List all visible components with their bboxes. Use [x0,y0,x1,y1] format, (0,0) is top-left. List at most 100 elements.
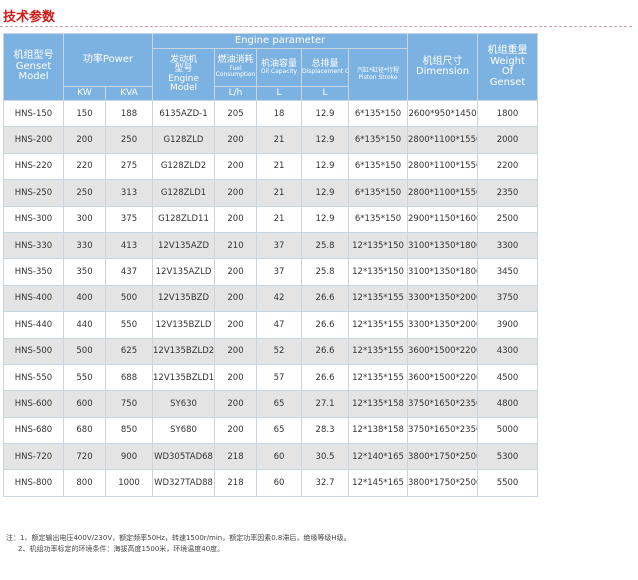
table-cell: SY680 [152,416,216,445]
table-cell: 30.5 [301,443,350,471]
note-line-1: 注：1、额定输出电压400V/230V，额定频率50Hz，转速1500r/min… [6,534,351,542]
table-cell: WD327TAD88 [152,469,216,497]
table-cell: 3300 [477,231,539,260]
table-cell: 18 [256,99,303,128]
table-cell: 26.6 [301,337,350,365]
table-row: HNS-220 220 275 G128ZLD2 200 21 12.9 6*135*150 2… [3,152,539,181]
table-cell: 25.8 [301,258,350,286]
table-cell: 6*135*150 [348,152,409,181]
table-cell: 12.9 [301,179,350,207]
table-row: HNS-600 600 750 SY630 200 65 27.1 12*135*158 375… [3,390,539,418]
table-cell: 200 [214,205,258,233]
table-cell: 500 [104,284,154,313]
table-cell: 200 [214,126,258,154]
table-row: HNS-680 680 850 SY680 200 65 28.3 12*138*158 375… [3,416,539,445]
table-cell: 550 [104,311,154,339]
header-engine-parameter: Engine parameter [152,33,409,49]
table-cell: G128ZLD1 [152,179,216,207]
table-row: HNS-400 400 500 12V135BZD 200 42 26.6 12*135*15… [3,284,539,313]
table-cell: 4800 [477,390,539,418]
header-dimension: 机组尺寸 Dimension [407,33,479,101]
table-cell: 12*145*165 [348,469,409,497]
table-cell: 3750*1650*2350 [407,416,479,445]
table-cell: 3300*1350*2000 [407,284,479,313]
table-cell: 680 [63,416,106,445]
table-row: HNS-720 720 900 WD305TAD68 218 60 30.5 12*140*1… [3,443,539,471]
table-cell: 275 [104,152,154,181]
table-cell: 12V135AZD [152,231,216,260]
table-cell: 26.6 [301,363,350,392]
table-cell: 200 [214,311,258,339]
page-title: 技术参数 [3,10,56,25]
header-oil: 机油容量 Oil Capacity [256,48,303,87]
table-cell: 600 [63,390,106,418]
table-cell: 5000 [477,416,539,445]
table-cell: 12*135*155 [348,337,409,365]
table-cell: 12V135BZLD [152,311,216,339]
table-cell: HNS-330 [3,231,64,260]
table-cell: SY630 [152,390,216,418]
table-cell: 3800*1750*2500 [407,443,479,471]
table-cell: 200 [214,152,258,181]
table-cell: 200 [214,284,258,313]
table-cell: 205 [214,99,258,128]
table-cell: 550 [63,363,106,392]
table-cell: 2000 [477,126,539,154]
table-cell: 6*135*150 [348,99,409,128]
header-displacement-unit: L [301,86,350,101]
table-cell: 6*135*150 [348,126,409,154]
table-cell: 21 [256,126,303,154]
table-cell: 57 [256,363,303,392]
table-row: HNS-440 440 550 12V135BZLD 200 47 26.6 12*135*1… [3,311,539,339]
header-fuel: 燃油消耗 Fuel Consumption [214,48,258,87]
table-cell: 42 [256,284,303,313]
note-line-2: 2、机组功率标定的环境条件：海拔高度1500米，环境温度40度。 [18,545,225,553]
table-row: HNS-300 300 375 G128ZLD11 200 21 12.9 6*135*150… [3,205,539,233]
table-cell: 12*135*155 [348,311,409,339]
table-cell: 60 [256,469,303,497]
table-cell: 12*135*158 [348,390,409,418]
table-cell: 6*135*150 [348,179,409,207]
table-cell: 37 [256,231,303,260]
table-cell: 65 [256,416,303,445]
table-cell: 12.9 [301,205,350,233]
table-cell: G128ZLD [152,126,216,154]
table-cell: 2800*1100*1550 [407,179,479,207]
table-cell: 1800 [477,99,539,128]
table-row: HNS-350 350 437 12V135AZLD 200 37 25.8 12*135*1… [3,258,539,286]
table-cell: 440 [63,311,106,339]
table-cell: 4500 [477,363,539,392]
table-cell: 12.9 [301,99,350,128]
table-row: HNS-150 150 188 6135AZD-1 205 18 12.9 6*135*150… [3,99,539,128]
table-cell: 32.7 [301,469,350,497]
table-cell: 12.9 [301,152,350,181]
table-cell: 2900*1150*1600 [407,205,479,233]
table-cell: 3600*1500*2200 [407,337,479,365]
table-cell: HNS-440 [3,311,64,339]
table-cell: 750 [104,390,154,418]
table-cell: 300 [63,205,106,233]
table-cell: 27.1 [301,390,350,418]
table-cell: 500 [63,337,106,365]
table-cell: 26.6 [301,284,350,313]
table-cell: HNS-500 [3,337,64,365]
header-displacement: 总排量 Displacement Of Piston [301,48,350,87]
spec-table: 机组型号 Genset Model 功率Power Engine paramet… [3,33,539,497]
table-cell: 3600*1500*2200 [407,363,479,392]
table-cell: 350 [63,258,106,286]
table-row: HNS-250 250 313 G128ZLD1 200 21 12.9 6*135*150 2… [3,179,539,207]
table-row: HNS-200 200 250 G128ZLD 200 21 12.9 6*135*150 28… [3,126,539,154]
table-cell: 1000 [104,469,154,497]
header-kw: KW [63,86,106,101]
table-cell: 60 [256,443,303,471]
table-cell: 3750*1650*2350 [407,390,479,418]
header-fuel-unit: L/h [214,86,258,101]
table-cell: HNS-350 [3,258,64,286]
table-cell: 3800*1750*2500 [407,469,479,497]
table-row: HNS-500 500 625 12V135BZLD2 200 52 26.6 12*135*… [3,337,539,365]
table-cell: 200 [214,258,258,286]
table-cell: 2200 [477,152,539,181]
table-cell: 12V135BZLD2 [152,337,216,365]
table-cell: 400 [63,284,106,313]
table-cell: 413 [104,231,154,260]
